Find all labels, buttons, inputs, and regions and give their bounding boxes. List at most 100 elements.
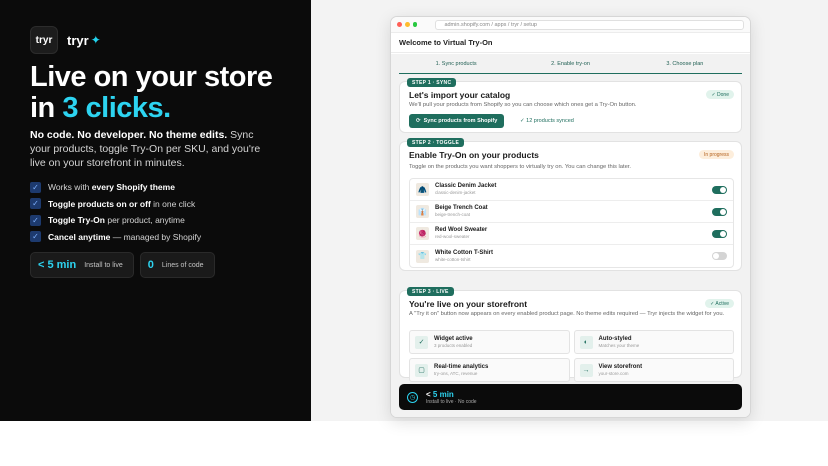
subtitle-bold: No code. No developer. No theme edits. xyxy=(30,129,228,141)
chat-icon: ▢ xyxy=(415,363,428,377)
product-sku: red-wool-sweater xyxy=(435,234,470,239)
check-icon: ✓ xyxy=(415,335,428,349)
stepper-step-plan[interactable]: 3. Choose plan xyxy=(627,58,742,74)
feature-text: in one click xyxy=(150,198,196,209)
product-row: 🧥 Classic Denim Jacket classic-denim-jack… xyxy=(410,179,733,201)
feature-text: — managed by Shopify xyxy=(110,231,202,242)
stat-install-time: < 5 min Install to live xyxy=(30,252,134,278)
stat-label: Lines of code xyxy=(161,261,204,269)
tryon-toggle[interactable] xyxy=(712,207,727,216)
minimize-dot-icon[interactable] xyxy=(404,22,410,27)
close-dot-icon[interactable] xyxy=(397,22,402,27)
hero-subtitle: No code. No developer. No theme edits. S… xyxy=(30,128,270,170)
sync-products-button[interactable]: ⟳ Sync products from Shopify xyxy=(409,114,505,128)
brand: tryr tryr ✦ xyxy=(30,26,101,54)
feature-text: per product, anytime xyxy=(104,215,185,225)
feature-list: ✓ Works with every Shopify theme ✓ Toggle … xyxy=(30,179,201,245)
jacket-icon: 🧥 xyxy=(416,183,429,196)
summary-value: < 5 min xyxy=(426,390,477,399)
step1-tag: STEP 1 · SYNC xyxy=(407,78,457,87)
hero-headline: Live on your store in 3 clicks. xyxy=(30,61,273,124)
clock-icon: ◷ xyxy=(407,391,418,403)
stat-lines-of-code: 0 Lines of code xyxy=(139,252,215,278)
brand-name: tryr ✦ xyxy=(67,33,101,48)
logo-text: tryr xyxy=(35,34,53,46)
status-badge-active: ✓ Active xyxy=(705,299,734,308)
product-sku: classic-denim-jacket xyxy=(435,190,476,195)
tile-view-storefront[interactable]: → View storefront your-store.com xyxy=(573,358,734,382)
step3-title: You're live on your storefront xyxy=(409,299,528,309)
tryon-toggle[interactable] xyxy=(712,252,727,260)
tshirt-icon: 👕 xyxy=(416,249,429,263)
tile-title: Auto-styled xyxy=(598,336,632,342)
checkbox-icon: ✓ xyxy=(30,198,41,209)
product-name: Classic Denim Jacket xyxy=(435,183,497,189)
step1-desc: We'll pull your products from Shopify so… xyxy=(409,102,637,108)
brand-name-text: tryr xyxy=(67,32,89,48)
tile-sub: try-ons, ATC, revenue xyxy=(434,371,478,376)
product-row: 👕 White Cotton T-Shirt white-cotton-tshir… xyxy=(410,245,733,267)
coat-icon: 👔 xyxy=(416,205,429,218)
feature-item: ✓ Cancel anytime — managed by Shopify xyxy=(30,229,201,245)
stat-label: Install to live xyxy=(84,261,123,269)
status-badge-in-progress: In progress xyxy=(698,150,734,159)
checkbox-icon: ✓ xyxy=(30,181,41,193)
setup-content: 1. Sync products 2. Enable try-on 3. Cho… xyxy=(391,54,750,417)
page: tryr tryr ✦ Live on your store in 3 click… xyxy=(0,0,828,466)
browser-window: admin.shopify.com / apps / tryr / setup … xyxy=(390,16,751,418)
step2-desc: Toggle on the products you want shoppers… xyxy=(409,164,632,170)
tile-auto-styled: ◐ Auto-styled Matches your theme xyxy=(573,330,734,354)
stat-value: 0 xyxy=(147,259,154,271)
product-name: Red Wool Sweater xyxy=(435,227,488,233)
status-badge-done: ✓ Done xyxy=(706,90,734,99)
tryon-toggle[interactable] xyxy=(712,185,727,194)
checkbox-icon: ✓ xyxy=(30,214,41,226)
stepper: 1. Sync products 2. Enable try-on 3. Cho… xyxy=(399,58,742,74)
feature-text: Works with xyxy=(48,182,92,192)
feature-bold: Toggle Try-On xyxy=(48,215,105,225)
sparkle-icon: ✦ xyxy=(90,33,101,47)
product-row: 👔 Beige Trench Coat beige-trench-coat xyxy=(410,201,733,223)
step2-card: STEP 2 · TOGGLE Enable Try-On on your pr… xyxy=(399,138,742,271)
product-list: 🧥 Classic Denim Jacket classic-denim-jack… xyxy=(409,178,734,268)
tile-analytics[interactable]: ▢ Real-time analytics try-ons, ATC, reven… xyxy=(409,358,570,382)
product-sku: beige-trench-coat xyxy=(435,212,471,217)
checkbox-icon: ✓ xyxy=(30,231,41,242)
tile-title: Widget active xyxy=(434,336,473,342)
install-summary-bar: ◷ < 5 min Install to live · No code xyxy=(399,384,742,410)
tile-sub: 3 products enabled xyxy=(434,343,473,348)
feature-bold: Cancel anytime xyxy=(48,231,111,242)
step3-tag: STEP 3 · LIVE xyxy=(407,287,454,296)
summary-label: Install to live · No code xyxy=(426,398,477,405)
step2-title: Enable Try-On on your products xyxy=(409,150,539,160)
sync-status: ✓ 12 products synced xyxy=(520,118,574,124)
product-name: White Cotton T-Shirt xyxy=(435,249,493,256)
address-bar[interactable]: admin.shopify.com / apps / tryr / setup xyxy=(435,19,744,30)
step1-card: STEP 1 · SYNC Let's import your catalog … xyxy=(399,78,742,133)
headline-accent: 3 clicks. xyxy=(62,92,171,124)
app-title: Welcome to Virtual Try-On xyxy=(391,33,750,53)
arrow-right-icon: → xyxy=(579,363,593,377)
stepper-step-enable[interactable]: 2. Enable try-on xyxy=(513,58,628,74)
stat-value: < 5 min xyxy=(38,259,77,271)
feature-bold: Toggle products on or off xyxy=(48,198,151,209)
summary-accent: 5 min xyxy=(432,389,454,399)
sync-button-label: Sync products from Shopify xyxy=(423,118,498,124)
sweater-icon: 🧶 xyxy=(416,227,429,240)
logo-tile: tryr xyxy=(30,26,58,54)
headline-line1: Live on your store xyxy=(30,61,273,93)
product-row: 🧶 Red Wool Sweater red-wool-sweater xyxy=(410,223,733,245)
tile-title: Real-time analytics xyxy=(434,364,489,370)
feature-item: ✓ Toggle Try-On per product, anytime xyxy=(30,212,201,228)
tryon-toggle[interactable] xyxy=(712,229,727,238)
maximize-dot-icon[interactable] xyxy=(412,22,418,27)
tile-widget-active: ✓ Widget active 3 products enabled xyxy=(409,330,570,354)
product-sku: white-cotton-tshirt xyxy=(435,256,471,262)
stepper-step-sync[interactable]: 1. Sync products xyxy=(399,58,514,74)
feature-item: ✓ Works with every Shopify theme xyxy=(30,179,201,195)
step3-desc: A "Try it on" button now appears on ever… xyxy=(409,311,725,317)
headline-line2-prefix: in xyxy=(30,92,63,124)
step2-tag: STEP 2 · TOGGLE xyxy=(407,138,465,147)
tile-title: View storefront xyxy=(598,364,643,370)
live-tiles: ✓ Widget active 3 products enabled ◐ Auto… xyxy=(409,330,734,382)
